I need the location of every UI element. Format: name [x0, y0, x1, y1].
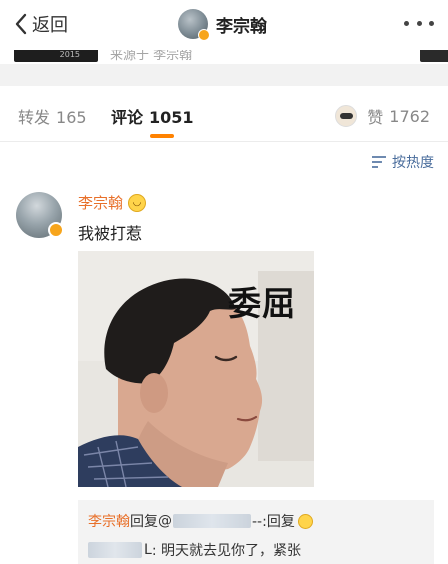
- comment-header: 李宗翰 ◡: [78, 192, 147, 213]
- reply-line2-text: : 明天就去见你了，紧张: [151, 543, 301, 559]
- nav-user[interactable]: 李宗翰: [178, 8, 267, 41]
- tab-repost-label: 转发: [18, 108, 51, 127]
- avatar[interactable]: [16, 192, 64, 238]
- back-button[interactable]: 返回: [14, 10, 68, 38]
- verified-badge-icon: [48, 222, 64, 238]
- crying-emoji-icon: ◡: [128, 193, 147, 212]
- thumbnail-text: 2015: [59, 50, 80, 59]
- section-divider: [0, 64, 448, 86]
- tab-repost-count: 165: [56, 108, 87, 127]
- tab-repost[interactable]: 转发 165: [18, 104, 87, 128]
- reply-line2-char: L: [144, 542, 152, 558]
- like-avatar: [335, 105, 358, 127]
- chevron-left-icon: [15, 13, 27, 35]
- verified-badge-icon: [198, 29, 210, 41]
- tab-comment[interactable]: 评论 1051: [111, 104, 194, 128]
- blurred-username: [173, 514, 251, 528]
- reply-after-blur: --:回复: [252, 514, 295, 530]
- reply-word: 回复: [130, 514, 158, 530]
- comment-item: 李宗翰 ◡ 我被打惹 委屈 李宗翰 回复 @ --:回复 L: 明天就去见你了…: [0, 180, 448, 564]
- tab-like-count: 1762: [389, 106, 430, 126]
- reply-line-1: 李宗翰 回复 @ --:回复: [88, 511, 313, 531]
- comment-author[interactable]: 李宗翰: [78, 192, 123, 213]
- sort-row: 按热度: [0, 142, 448, 180]
- tab-like-label: 赞: [367, 108, 384, 127]
- source-thumbnail[interactable]: 2015: [14, 50, 98, 62]
- tab-comment-label: 评论: [111, 108, 144, 127]
- page-title: 李宗翰: [216, 16, 267, 37]
- reply-at: @: [158, 513, 172, 529]
- more-dots-icon[interactable]: [404, 12, 434, 34]
- dot: [416, 20, 422, 26]
- avatar[interactable]: [178, 9, 210, 41]
- source-thumbnail-right[interactable]: [420, 50, 448, 62]
- tab-comment-count: 1051: [149, 108, 194, 127]
- reply-preview[interactable]: 李宗翰 回复 @ --:回复 L : 明天就去见你了，紧张: [78, 500, 434, 564]
- navbar: 返回 李宗翰: [0, 0, 448, 50]
- active-tab-indicator: [150, 134, 174, 138]
- blurred-username: [88, 542, 142, 558]
- sort-label: 按热度: [392, 155, 434, 171]
- source-strip: 2015 来源于 李宗翰: [0, 50, 448, 64]
- reply-author[interactable]: 李宗翰: [88, 511, 130, 531]
- meme-caption: 委屈: [228, 284, 296, 323]
- tab-bar: 转发 165 评论 1051 赞 1762: [0, 86, 448, 142]
- comment-text: 我被打惹: [78, 224, 143, 243]
- tab-like[interactable]: 赞 1762: [335, 104, 430, 128]
- dot: [429, 20, 434, 26]
- reply-line-2: L : 明天就去见你了，紧张: [88, 540, 301, 560]
- sort-icon: [372, 156, 386, 168]
- laugh-emoji-icon: [297, 513, 313, 529]
- source-text: 来源于 李宗翰: [110, 50, 193, 63]
- comment-image[interactable]: 委屈: [78, 251, 314, 487]
- dot: [404, 20, 409, 26]
- back-label: 返回: [32, 15, 68, 36]
- sort-button[interactable]: 按热度: [372, 152, 434, 172]
